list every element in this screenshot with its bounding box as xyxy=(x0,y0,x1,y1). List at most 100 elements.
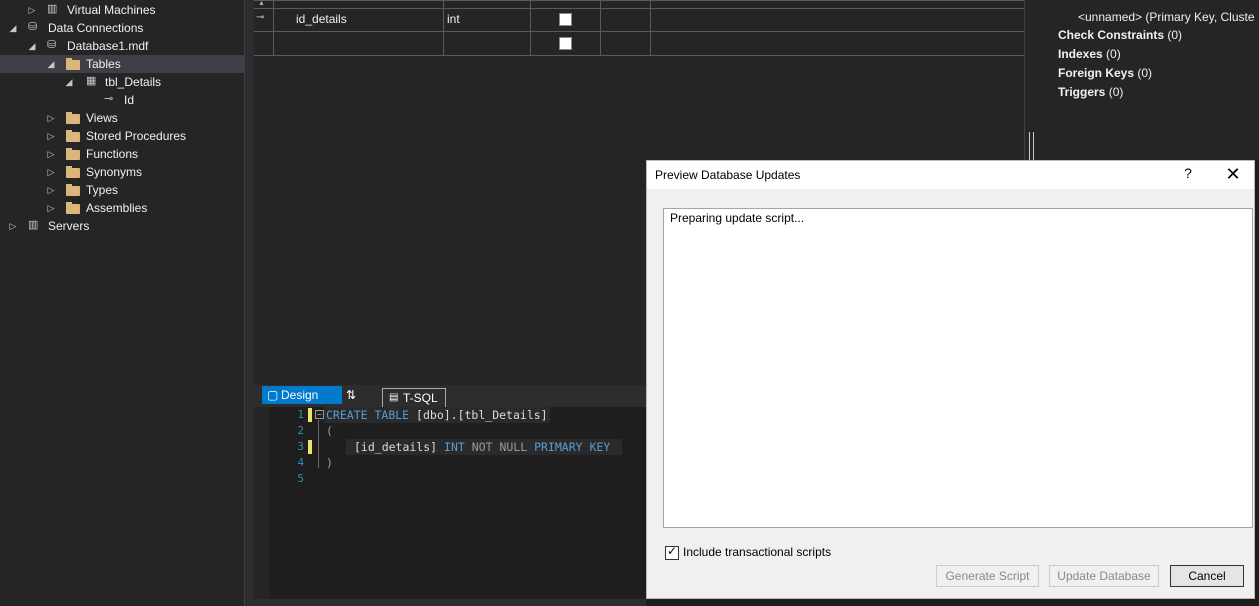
tree-item-label: Assemblies xyxy=(86,201,148,215)
code-line-4: ) xyxy=(326,456,333,470)
code-line-1: CREATE TABLE [dbo].[tbl_Details] xyxy=(326,408,548,422)
triggers-label: Triggers xyxy=(1058,85,1106,99)
close-button[interactable]: ✕ xyxy=(1223,164,1243,184)
primary-key-icon: ⊸ xyxy=(256,12,265,23)
collapse-arrow-icon[interactable]: ◢ xyxy=(46,55,56,73)
splitter-grip[interactable] xyxy=(1029,132,1034,160)
tree-item[interactable]: ◢ ⛁ Data Connections xyxy=(0,19,244,37)
grid-line xyxy=(254,55,1024,56)
allow-nulls-checkbox[interactable] xyxy=(559,13,572,26)
tab-design-label: Design xyxy=(281,388,319,402)
table-identifier: [dbo].[tbl_Details] xyxy=(416,408,548,422)
swap-panes-icon[interactable]: ⇅ xyxy=(346,388,356,402)
line-number: 3 xyxy=(297,440,304,453)
tree-item[interactable]: ▷ ▥ Servers xyxy=(0,217,244,235)
grid-line xyxy=(530,0,531,55)
tree-item-label: Data Connections xyxy=(48,21,144,35)
code-line-3: [id_details] INT NOT NULL PRIMARY KEY xyxy=(354,440,610,454)
server-explorer-tree: ▷ ▥ Virtual Machines ◢ ⛁ Data Connections ◢ ⛁ Da… xyxy=(0,0,244,606)
expand-arrow-icon[interactable]: ▷ xyxy=(46,163,56,181)
tree-item-label: Id xyxy=(124,93,135,107)
tree-item[interactable]: ▷ ▥ Virtual Machines xyxy=(0,1,244,19)
include-transactional-label[interactable]: Include transactional scripts xyxy=(683,545,831,559)
tree-item-label: tbl_Details xyxy=(105,75,162,89)
tree-item[interactable]: ⊸ Id xyxy=(0,91,244,109)
keyword-table: TABLE xyxy=(374,408,410,422)
check-constraints-count: (0) xyxy=(1167,28,1183,42)
tree-item[interactable]: ▷ Stored Procedures xyxy=(0,127,244,145)
folder-icon xyxy=(66,58,80,70)
tree-item-label: Stored Procedures xyxy=(86,129,187,143)
table-properties-panel: <unnamed> (Primary Key, Cluste Check Con… xyxy=(1024,0,1259,160)
tree-item[interactable]: ▷ Synonyms xyxy=(0,163,244,181)
dialog-title: Preview Database Updates xyxy=(655,168,801,182)
column-type-cell[interactable]: int xyxy=(447,12,460,26)
tsql-icon: ▤ xyxy=(389,392,399,403)
tab-tsql[interactable]: ▤ T-SQL xyxy=(382,388,446,407)
folder-icon xyxy=(66,202,80,214)
tree-item[interactable]: ▷ Assemblies xyxy=(0,199,244,217)
tree-item-label: Functions xyxy=(86,147,139,161)
include-transactional-checkbox[interactable]: ✓ xyxy=(665,544,679,560)
foreign-keys-count: (0) xyxy=(1137,66,1153,80)
help-button[interactable]: ? xyxy=(1179,165,1197,183)
grid-line xyxy=(254,8,1024,9)
column-identifier: [id_details] xyxy=(354,440,438,454)
tree-item[interactable]: ◢ ⛁ Database1.mdf xyxy=(0,37,244,55)
expand-arrow-icon[interactable]: ▷ xyxy=(46,199,56,217)
scroll-up-icon[interactable]: ▲ xyxy=(258,0,266,7)
triggers-item[interactable]: Triggers (0) xyxy=(1058,85,1123,99)
collapse-icon[interactable]: − xyxy=(315,410,324,419)
tree-item[interactable]: ▷ Functions xyxy=(0,145,244,163)
line-number: 1 xyxy=(297,408,304,421)
keys-item[interactable]: <unnamed> (Primary Key, Cluste xyxy=(1078,10,1255,24)
editor-gutter xyxy=(254,407,270,599)
grid-line xyxy=(650,0,651,55)
design-icon: ▢ xyxy=(267,388,279,402)
column-name-cell[interactable]: id_details xyxy=(296,12,347,26)
change-marker xyxy=(308,408,312,422)
tree-item[interactable]: ▷ Views xyxy=(0,109,244,127)
server-icon: ▥ xyxy=(47,3,58,15)
keyword-int: INT xyxy=(444,440,465,454)
foreign-keys-label: Foreign Keys xyxy=(1058,66,1135,80)
outline-guide xyxy=(318,420,319,468)
tree-item-label: Servers xyxy=(48,219,90,233)
update-database-button[interactable]: Update Database xyxy=(1049,565,1159,587)
tsql-editor[interactable] xyxy=(254,407,646,599)
line-number: 2 xyxy=(297,424,304,437)
expand-arrow-icon[interactable]: ▷ xyxy=(46,127,56,145)
database-connection-icon: ⛁ xyxy=(28,21,38,33)
tree-item-label: Database1.mdf xyxy=(67,39,149,53)
tree-item-label: Virtual Machines xyxy=(67,3,156,17)
status-text: Preparing update script... xyxy=(670,211,805,225)
tab-design[interactable]: ▢ Design xyxy=(262,386,342,404)
key-icon: ⊸ xyxy=(104,93,114,105)
update-script-textbox[interactable]: Preparing update script... xyxy=(663,208,1253,528)
generate-script-button[interactable]: Generate Script xyxy=(936,565,1039,587)
check-constraints-item[interactable]: Check Constraints (0) xyxy=(1058,28,1182,42)
triggers-count: (0) xyxy=(1108,85,1124,99)
tree-item[interactable]: ◢ ▦ tbl_Details xyxy=(0,73,244,91)
collapse-arrow-icon[interactable]: ◢ xyxy=(64,73,74,91)
grid-line xyxy=(254,0,1024,1)
allow-nulls-checkbox[interactable] xyxy=(559,37,572,50)
tree-item[interactable]: ▷ Types xyxy=(0,181,244,199)
collapse-arrow-icon[interactable]: ◢ xyxy=(8,19,18,37)
tree-item-label: Types xyxy=(86,183,119,197)
indexes-count: (0) xyxy=(1106,47,1121,61)
grid-line xyxy=(600,0,601,55)
expand-arrow-icon[interactable]: ▷ xyxy=(8,217,18,235)
foreign-keys-item[interactable]: Foreign Keys (0) xyxy=(1058,66,1152,80)
expand-arrow-icon[interactable]: ▷ xyxy=(46,145,56,163)
expand-arrow-icon[interactable]: ▷ xyxy=(27,1,37,19)
indexes-item[interactable]: Indexes (0) xyxy=(1058,47,1121,61)
expand-arrow-icon[interactable]: ▷ xyxy=(46,109,56,127)
expand-arrow-icon[interactable]: ▷ xyxy=(46,181,56,199)
tab-tsql-label: T-SQL xyxy=(403,391,438,405)
cancel-button[interactable]: Cancel xyxy=(1170,565,1244,587)
folder-icon xyxy=(66,184,80,196)
collapse-arrow-icon[interactable]: ◢ xyxy=(27,37,37,55)
code-line-2: ( xyxy=(326,424,333,438)
tree-item[interactable]: ◢ Tables xyxy=(0,55,244,73)
